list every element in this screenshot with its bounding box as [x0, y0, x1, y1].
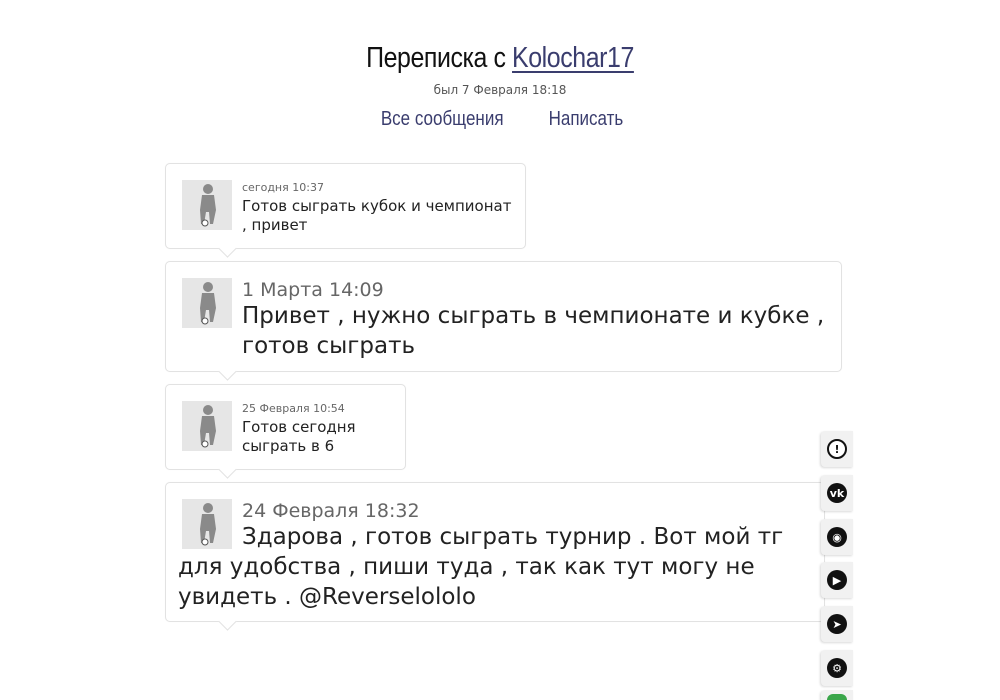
telegram-icon: ➤: [827, 614, 847, 634]
report-icon: !: [827, 439, 847, 459]
whatsapp-icon: [827, 694, 847, 700]
steam-icon: ⚙: [827, 658, 847, 678]
youtube-button[interactable]: ▶: [821, 562, 853, 598]
discord-button[interactable]: ◉: [821, 519, 853, 555]
message-item: 1 Марта 14:09 Привет , нужно сыграть в ч…: [165, 261, 842, 372]
title-prefix: Переписка с: [366, 42, 513, 74]
message-item: сегодня 10:37 Готов сыграть кубок и чемп…: [165, 163, 526, 249]
page-title: Переписка с Kolochar17: [70, 42, 930, 75]
write-message-link[interactable]: Написать: [549, 108, 624, 131]
vk-icon: vk: [827, 483, 847, 503]
avatar[interactable]: [182, 278, 232, 328]
avatar-silhouette-icon: [182, 180, 232, 230]
youtube-icon: ▶: [827, 570, 847, 590]
username-link[interactable]: Kolochar17: [512, 42, 634, 74]
avatar[interactable]: [182, 401, 232, 451]
conversation-page: Переписка с Kolochar17 был 7 Февраля 18:…: [0, 0, 1000, 700]
message-date: 1 Марта 14:09: [242, 279, 384, 301]
avatar-silhouette-icon: [182, 401, 232, 451]
message-text: Готов сыграть кубок и чемпионат , привет: [242, 197, 512, 234]
message-item: 25 Февраля 10:54 Готов сегодня сыграть в…: [165, 384, 406, 470]
avatar[interactable]: [182, 180, 232, 230]
last-seen-status: был 7 Февраля 18:18: [433, 83, 567, 97]
message-item: 24 Февраля 18:32 Здарова , готов сыграть…: [165, 482, 825, 622]
discord-icon: ◉: [827, 527, 847, 547]
message-text: Привет , нужно сыграть в чемпионате и ку…: [242, 303, 825, 359]
all-messages-link[interactable]: Все сообщения: [380, 108, 503, 131]
conversation-nav: Все сообщения Написать: [0, 108, 1000, 131]
vk-button[interactable]: vk: [821, 475, 853, 511]
report-button[interactable]: !: [821, 431, 853, 467]
avatar-silhouette-icon: [182, 278, 232, 328]
message-text: Готов сегодня сыграть в 6: [242, 418, 356, 455]
message-date: 24 Февраля 18:32: [242, 500, 420, 522]
telegram-button[interactable]: ➤: [821, 606, 853, 642]
message-date: 25 Февраля 10:54: [242, 402, 345, 415]
message-date: сегодня 10:37: [242, 181, 324, 194]
message-text: Здарова , готов сыграть турнир . Вот мой…: [178, 524, 784, 610]
whatsapp-button[interactable]: [821, 690, 853, 700]
steam-button[interactable]: ⚙: [821, 650, 853, 686]
